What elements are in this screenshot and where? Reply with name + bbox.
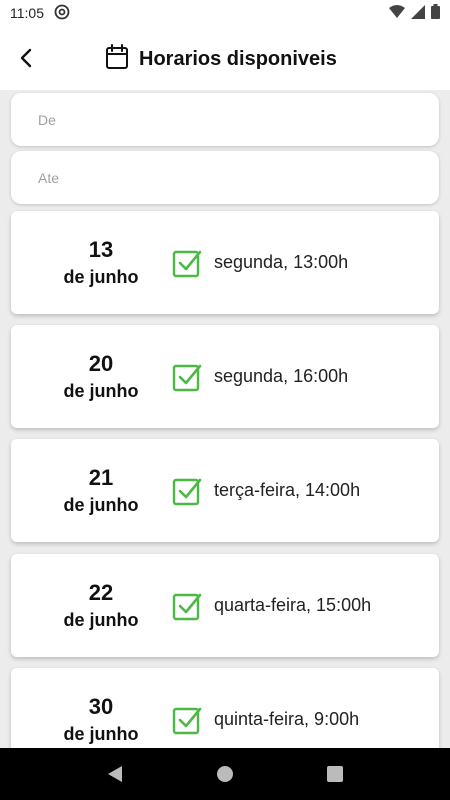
slot-card[interactable]: 20 de junho segunda, 16:00h (11, 325, 439, 428)
slot-time: segunda, 16:00h (214, 366, 349, 386)
nav-recents-button[interactable] (315, 754, 355, 794)
system-nav-bar (0, 748, 450, 800)
slot-date: 30 de junho (41, 668, 161, 748)
from-date-field[interactable] (11, 93, 439, 146)
slot-card[interactable]: 22 de junho quarta-feira, 15:00h (11, 554, 439, 657)
slot-date: 20 de junho (41, 325, 161, 428)
status-time: 11:05 (10, 5, 44, 21)
slot-day: 22 (88, 579, 114, 605)
battery-icon (431, 4, 440, 22)
nav-back-button[interactable] (95, 754, 135, 794)
recents-square-icon (327, 766, 343, 782)
to-date-field[interactable] (11, 151, 439, 204)
slot-card[interactable]: 21 de junho terça-feira, 14:00h (11, 439, 439, 542)
back-button[interactable] (12, 44, 40, 72)
checkbox-checked-icon[interactable] (172, 476, 202, 506)
slot-month: de junho (63, 494, 139, 515)
checkbox-checked-icon[interactable] (172, 362, 202, 392)
slot-month: de junho (63, 723, 139, 744)
from-date-input[interactable] (38, 111, 439, 128)
checkbox-checked-icon[interactable] (172, 705, 202, 735)
slot-day: 20 (88, 350, 114, 376)
content-area: 13 de junho segunda, 13:00h 20 de junho … (0, 90, 450, 748)
slot-day: 30 (88, 693, 114, 719)
to-date-input[interactable] (38, 169, 439, 186)
page-title: Horarios disponiveis (139, 48, 337, 70)
slot-date: 21 de junho (41, 439, 161, 542)
back-triangle-icon (108, 766, 122, 782)
app-header: Horarios disponiveis (0, 26, 450, 90)
slot-day: 13 (88, 236, 114, 262)
home-circle-icon (217, 766, 233, 782)
slot-month: de junho (63, 609, 139, 630)
checkbox-checked-icon[interactable] (172, 591, 202, 621)
slot-card[interactable]: 30 de junho quinta-feira, 9:00h (11, 668, 439, 748)
slot-date: 22 de junho (41, 554, 161, 657)
nav-home-button[interactable] (205, 754, 245, 794)
slot-card[interactable]: 13 de junho segunda, 13:00h (11, 211, 439, 314)
calendar-icon (105, 44, 129, 75)
slot-time: terça-feira, 14:00h (214, 480, 361, 500)
slot-month: de junho (63, 380, 139, 401)
slot-date: 13 de junho (41, 211, 161, 314)
signal-icon (411, 4, 425, 22)
slot-time: quinta-feira, 9:00h (214, 709, 360, 729)
checkbox-checked-icon[interactable] (172, 248, 202, 278)
slot-time: segunda, 13:00h (214, 252, 349, 272)
slot-time: quarta-feira, 15:00h (214, 595, 372, 615)
wifi-icon (389, 4, 405, 22)
at-sign-icon (54, 4, 70, 23)
slot-day: 21 (88, 464, 114, 490)
slot-month: de junho (63, 266, 139, 287)
chevron-left-icon (20, 48, 32, 68)
status-bar: 11:05 (0, 0, 450, 26)
